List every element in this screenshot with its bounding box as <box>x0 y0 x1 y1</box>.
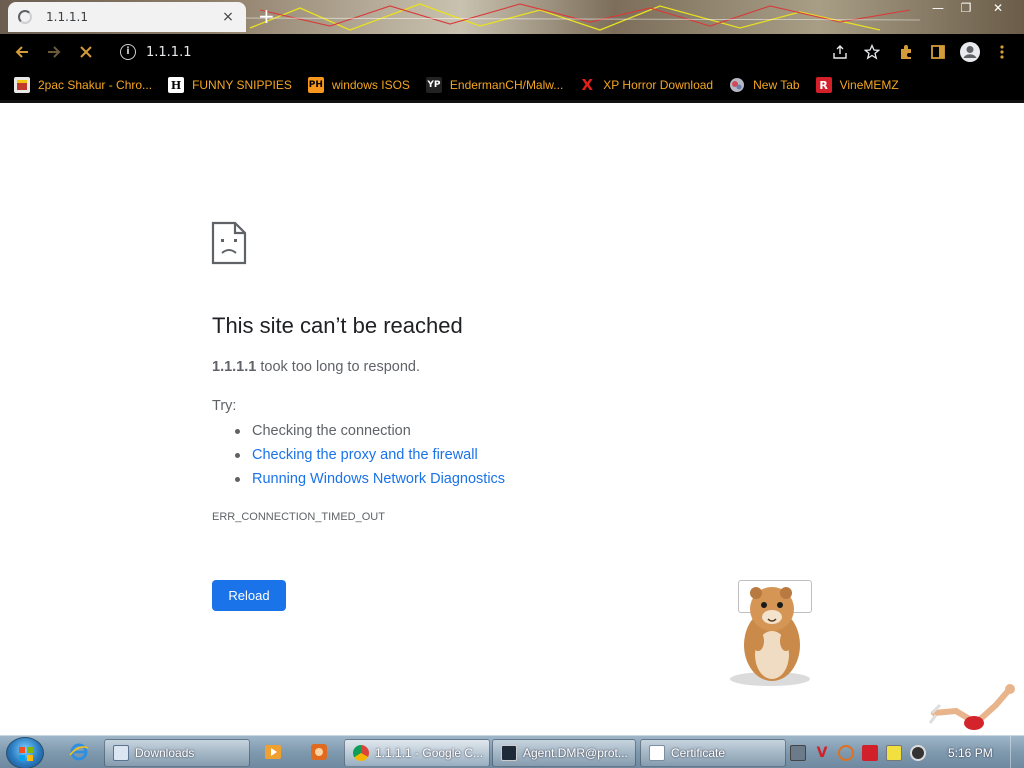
error-description: 1.1.1.1 took too long to respond. <box>212 359 420 375</box>
taskbar-item-agent[interactable]: Agent.DMR@prot... <box>492 739 636 767</box>
yp-logo-icon: YP <box>425 77 442 93</box>
bookmark-item[interactable]: PH windows ISOS <box>307 73 410 97</box>
taskbar-item-label: Certificate <box>671 746 726 760</box>
chrome-icon <box>353 745 369 761</box>
tray-yellow-icon[interactable] <box>886 745 902 761</box>
certificate-document-icon <box>649 745 665 761</box>
tab-active[interactable]: 1.1.1.1 × <box>8 2 246 32</box>
maximize-button[interactable]: ❐ <box>952 0 980 18</box>
bookmark-icon <box>14 77 30 93</box>
loading-spinner-icon <box>18 10 32 24</box>
dancing-hamster-image <box>730 587 810 686</box>
minimize-button[interactable]: — <box>924 0 952 18</box>
tray-volume-icon[interactable] <box>910 745 926 761</box>
tray-network-icon[interactable] <box>790 745 806 761</box>
media-player-icon[interactable] <box>262 741 284 763</box>
internet-explorer-icon[interactable] <box>68 741 90 763</box>
app-orange-icon[interactable] <box>308 741 330 763</box>
bookmark-label: 2pac Shakur - Chro... <box>38 78 153 92</box>
bookmark-item[interactable]: YP EndermanCH/Malw... <box>425 73 564 97</box>
error-title: This site can’t be reached <box>212 313 463 338</box>
error-code: ERR_CONNECTION_TIMED_OUT <box>212 511 385 523</box>
bookmark-item[interactable]: R VineMEMZ <box>815 73 899 97</box>
bookmark-label: FUNNY SNIPPIES <box>192 78 292 92</box>
bookmark-item[interactable]: 2pac Shakur - Chro... <box>14 73 152 97</box>
tray-flag-icon[interactable] <box>862 745 878 761</box>
sad-page-icon <box>211 221 247 265</box>
close-window-button[interactable]: ✕ <box>984 0 1012 18</box>
taskbar-item-label: Agent.DMR@prot... <box>523 746 628 760</box>
downloads-folder-icon <box>113 745 129 761</box>
ph-logo-icon: PH <box>307 77 324 93</box>
new-tab-button[interactable]: + <box>258 4 275 28</box>
red-x-icon: X <box>581 76 594 94</box>
taskbar-item-certificate[interactable]: Certificate <box>640 739 786 767</box>
bookmark-item[interactable]: X XP Horror Download <box>579 73 713 97</box>
side-panel-icon[interactable] <box>922 36 954 68</box>
globe-icon <box>729 77 745 93</box>
bookmark-label: New Tab <box>753 78 800 92</box>
bookmark-label: EndermanCH/Malw... <box>449 78 564 92</box>
wallpaper-scribble-art <box>240 3 920 31</box>
extensions-puzzle-icon[interactable] <box>890 36 922 68</box>
bookmark-item[interactable]: New Tab <box>729 73 800 97</box>
error-host: 1.1.1.1 <box>212 359 257 375</box>
back-button[interactable] <box>6 36 38 68</box>
forward-arrow-icon <box>48 46 61 58</box>
tray-search-icon[interactable] <box>838 745 854 761</box>
bookmark-star-icon[interactable] <box>856 36 888 68</box>
menu-kebab-icon[interactable] <box>986 36 1018 68</box>
bookmark-item[interactable]: H FUNNY SNIPPIES <box>168 73 292 97</box>
taskbar-item-label: 1.1.1.1 - Google C... <box>375 746 484 760</box>
site-info-icon[interactable]: i <box>120 44 136 60</box>
tab-title: 1.1.1.1 <box>46 10 88 24</box>
suggestions-list: Checking the connection Checking the pro… <box>212 421 505 493</box>
suggestion-network-diagnostics-link[interactable]: Running Windows Network Diagnostics <box>212 469 505 493</box>
taskbar-item-chrome[interactable]: 1.1.1.1 - Google C... <box>344 739 490 767</box>
start-button[interactable] <box>6 737 44 768</box>
page-content: This site can’t be reached 1.1.1.1 took … <box>0 103 1024 735</box>
windows-logo-icon <box>19 747 33 761</box>
taskbar-item-label: Downloads <box>135 746 195 760</box>
stop-loading-button[interactable] <box>70 36 102 68</box>
back-arrow-icon <box>15 46 28 58</box>
reload-button[interactable]: Reload <box>212 580 286 611</box>
windows-taskbar: Downloads 1.1.1.1 - Google C... Agent.DM… <box>0 735 1024 768</box>
bookmark-label: windows ISOS <box>331 78 410 92</box>
terminal-window-icon <box>501 745 517 761</box>
forward-button[interactable] <box>38 36 70 68</box>
bookmark-label: VineMEMZ <box>839 78 899 92</box>
address-bar[interactable]: i 1.1.1.1 <box>108 38 888 66</box>
profile-avatar-icon[interactable] <box>954 36 986 68</box>
taskbar-item-downloads[interactable]: Downloads <box>104 739 250 767</box>
tray-v-icon[interactable]: V <box>814 745 830 761</box>
stop-x-icon <box>80 46 92 58</box>
share-icon[interactable] <box>824 36 856 68</box>
r-logo-icon: R <box>815 77 832 93</box>
system-tray: V <box>790 740 934 766</box>
dancing-figure-image <box>928 684 1015 730</box>
taskbar-clock[interactable]: 5:16 PM <box>948 746 993 760</box>
url-text[interactable]: 1.1.1.1 <box>146 45 191 60</box>
suggestion-proxy-firewall-link[interactable]: Checking the proxy and the firewall <box>212 445 505 469</box>
bookmark-label: XP Horror Download <box>603 78 714 92</box>
suggestion-check-connection: Checking the connection <box>212 421 505 445</box>
bookmarks-bar: 2pac Shakur - Chro... H FUNNY SNIPPIES P… <box>0 70 1024 100</box>
error-description-text: took too long to respond. <box>256 359 420 375</box>
h-letter-icon: H <box>168 77 185 93</box>
show-desktop-button[interactable] <box>1010 736 1024 768</box>
tab-close-button[interactable]: × <box>220 9 236 25</box>
browser-toolbar: i 1.1.1.1 <box>0 34 1024 70</box>
try-label: Try: <box>212 398 237 414</box>
browser-titlebar: 1.1.1.1 × + — ❐ ✕ <box>0 0 1024 34</box>
